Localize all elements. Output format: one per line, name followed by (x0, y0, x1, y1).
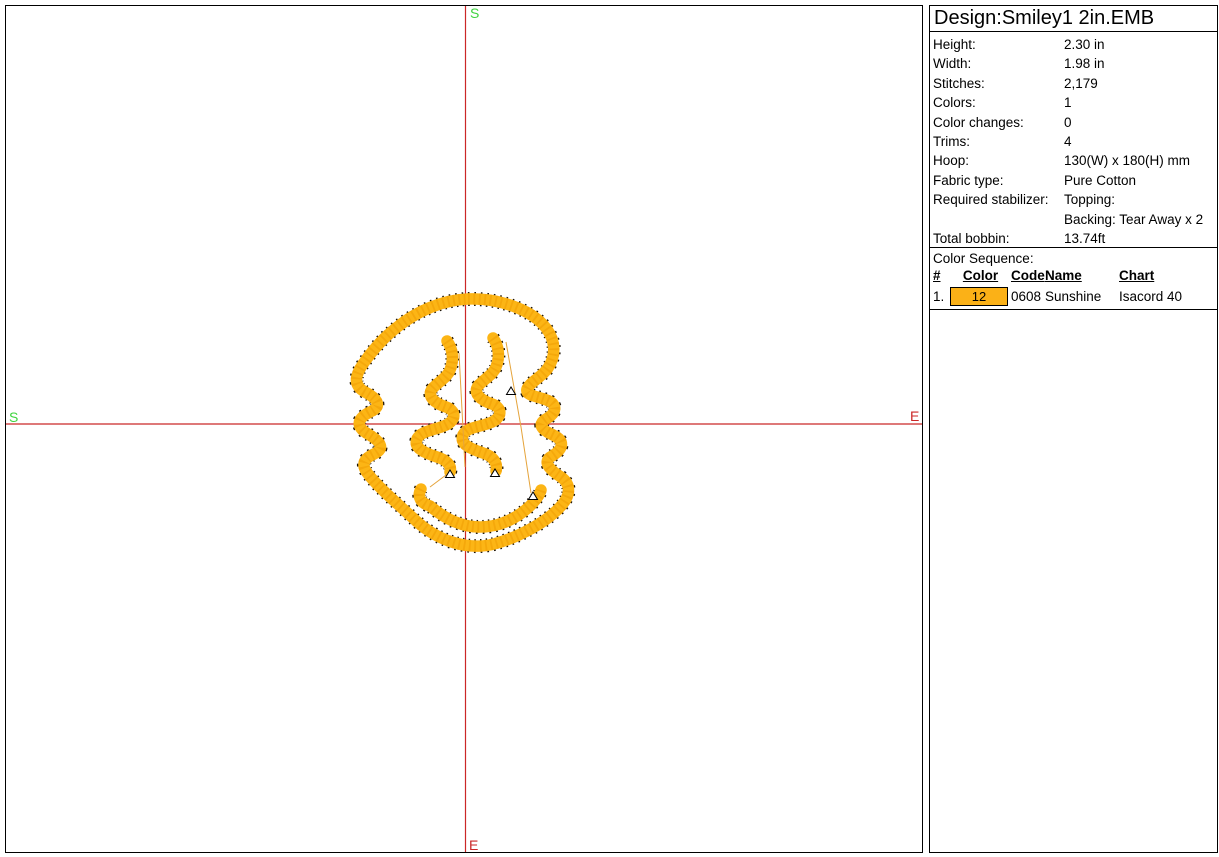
color-swatch[interactable]: 12 (950, 287, 1008, 306)
column-header-color: Color (950, 267, 1011, 285)
color-sequence-heading: Color Sequence: (933, 250, 1217, 267)
detail-row-fabric-type: Fabric type: Pure Cotton (933, 171, 1217, 190)
design-details: Height: 2.30 in Width: 1.98 in Stitches:… (929, 31, 1218, 248)
detail-value: 2,179 (1064, 74, 1217, 93)
detail-row-width: Width: 1.98 in (933, 54, 1217, 73)
detail-row-required-stabilizer: Required stabilizer: Topping: Backing: T… (933, 190, 1217, 229)
detail-value: 13.74ft (1064, 229, 1217, 248)
column-header-num: # (933, 267, 950, 285)
start-label-left: S (9, 409, 18, 425)
color-sequence-row: 1. 12 0608 Sunshine Isacord 40 (933, 285, 1217, 308)
detail-label: Stitches: (933, 74, 1064, 93)
stabilizer-backing: Backing: Tear Away x 2 (1064, 210, 1217, 229)
color-sequence-empty-area (929, 309, 1218, 853)
jump-stitch-line (506, 342, 531, 493)
canvas-scene: S S E E (6, 6, 922, 852)
column-header-name: Name (1045, 267, 1119, 285)
start-label-top: S (470, 6, 479, 21)
detail-value: 4 (1064, 132, 1217, 151)
end-label-right: E (910, 408, 919, 424)
color-row-chart: Isacord 40 (1119, 289, 1217, 304)
detail-label: Required stabilizer: (933, 190, 1064, 229)
detail-value: 130(W) x 180(H) mm (1064, 151, 1217, 170)
detail-row-total-bobbin: Total bobbin: 13.74ft (933, 229, 1217, 248)
detail-value: 0 (1064, 113, 1217, 132)
column-header-code: Code (1011, 267, 1045, 285)
detail-label: Height: (933, 35, 1064, 54)
design-info-panel: Design:Smiley1 2in.EMB Height: 2.30 in W… (929, 5, 1218, 853)
stabilizer-topping: Topping: (1064, 190, 1217, 209)
design-title: Design:Smiley1 2in.EMB (929, 5, 1218, 32)
smiley-embroidery-design[interactable] (356, 299, 568, 546)
detail-label: Total bobbin: (933, 229, 1064, 248)
end-label-bottom: E (469, 837, 478, 852)
jump-stitch-line (459, 353, 465, 467)
detail-value: Pure Cotton (1064, 171, 1217, 190)
smiley-left-eye-stitches (416, 341, 454, 472)
detail-label: Color changes: (933, 113, 1064, 132)
color-table-header: # Color Code Name Chart (933, 267, 1217, 285)
detail-value: 2.30 in (1064, 35, 1217, 54)
smiley-mouth-stitches (419, 489, 541, 527)
color-row-name: Sunshine (1045, 289, 1119, 304)
detail-label: Trims: (933, 132, 1064, 151)
column-header-chart: Chart (1119, 267, 1217, 285)
detail-row-height: Height: 2.30 in (933, 35, 1217, 54)
detail-row-colors: Colors: 1 (933, 93, 1217, 112)
color-sequence-section: Color Sequence: # Color Code Name Chart … (929, 247, 1218, 310)
detail-label: Colors: (933, 93, 1064, 112)
detail-row-hoop: Hoop: 130(W) x 180(H) mm (933, 151, 1217, 170)
detail-label: Fabric type: (933, 171, 1064, 190)
detail-value: 1 (1064, 93, 1217, 112)
smiley-right-eye-stitches (462, 338, 500, 471)
detail-row-stitches: Stitches: 2,179 (933, 74, 1217, 93)
color-row-code: 0608 (1011, 289, 1045, 304)
detail-label: Width: (933, 54, 1064, 73)
detail-value: Topping: Backing: Tear Away x 2 (1064, 190, 1217, 229)
color-swatch-cell: 12 (950, 287, 1011, 306)
detail-row-color-changes: Color changes: 0 (933, 113, 1217, 132)
detail-label: Hoop: (933, 151, 1064, 170)
color-row-number: 1. (933, 289, 950, 304)
design-canvas[interactable]: S S E E (5, 5, 923, 853)
detail-value: 1.98 in (1064, 54, 1217, 73)
detail-row-trims: Trims: 4 (933, 132, 1217, 151)
